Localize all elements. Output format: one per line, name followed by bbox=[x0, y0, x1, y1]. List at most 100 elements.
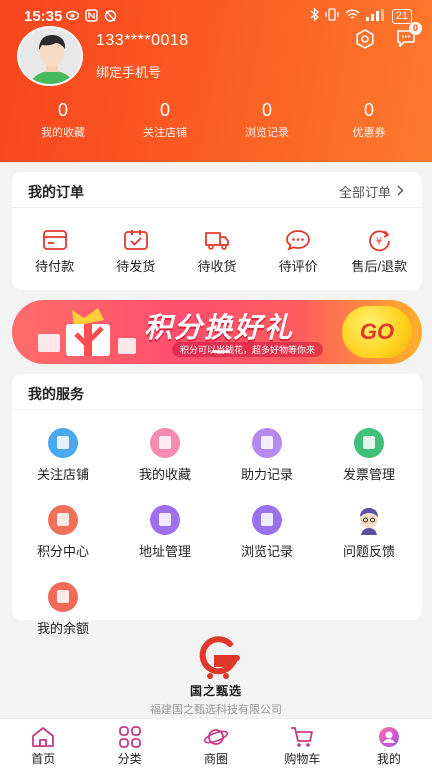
service-label: 关注店铺 bbox=[36, 467, 89, 482]
eye-icon bbox=[65, 9, 80, 22]
svg-text:¥: ¥ bbox=[376, 237, 382, 248]
service-invoice-management[interactable]: 发票管理 bbox=[318, 428, 420, 483]
gift-box-icon bbox=[32, 304, 142, 362]
order-pending-receipt[interactable]: 待收货 bbox=[179, 228, 255, 275]
tab-label: 我的 bbox=[376, 752, 401, 766]
profile-icon bbox=[376, 725, 402, 749]
status-system-icons: 21 bbox=[310, 7, 412, 24]
orders-title: 我的订单 bbox=[28, 184, 84, 200]
username: 133****0018 bbox=[96, 32, 189, 49]
bluetooth-icon bbox=[310, 7, 319, 24]
banner-pager-indicator bbox=[212, 350, 230, 353]
stat-coupons[interactable]: 0 优惠券 bbox=[318, 100, 420, 140]
avatar[interactable] bbox=[17, 26, 83, 86]
stat-label: 浏览记录 bbox=[245, 127, 289, 139]
bind-phone-link[interactable]: 绑定手机号 bbox=[96, 62, 161, 81]
tab-business-circle[interactable]: 商圈 bbox=[173, 719, 259, 768]
order-pending-review[interactable]: 待评价 bbox=[260, 228, 336, 275]
comment-icon bbox=[284, 228, 312, 252]
orders-header: 我的订单 全部订单 bbox=[12, 172, 422, 208]
tab-category[interactable]: 分类 bbox=[86, 719, 172, 768]
refund-icon: ¥ bbox=[365, 228, 393, 252]
order-label: 待付款 bbox=[35, 259, 75, 274]
service-favorites[interactable]: 我的收藏 bbox=[114, 428, 216, 483]
tab-profile[interactable]: 我的 bbox=[346, 719, 432, 768]
favorite-icon bbox=[150, 428, 180, 458]
order-label: 待评价 bbox=[278, 259, 318, 274]
stat-value: 0 bbox=[363, 100, 374, 120]
service-label: 地址管理 bbox=[138, 544, 191, 559]
all-orders-link[interactable]: 全部订单 bbox=[339, 182, 404, 201]
service-label: 问题反馈 bbox=[342, 544, 395, 559]
chevron-right-icon bbox=[397, 184, 404, 199]
order-after-sales[interactable]: ¥ 售后/退款 bbox=[341, 228, 417, 275]
order-pending-shipment[interactable]: 待发货 bbox=[98, 228, 174, 275]
tab-home[interactable]: 首页 bbox=[0, 719, 86, 768]
vibrate-icon bbox=[325, 8, 339, 24]
banner-subtitle: 积分可以当钱花，超多好物等你来 bbox=[172, 342, 324, 357]
stat-label: 优惠券 bbox=[352, 127, 386, 139]
orders-card: 我的订单 全部订单 待付款 待发货 待收货 待评价 ¥ 售后/退款 bbox=[12, 172, 422, 290]
address-icon bbox=[150, 505, 180, 535]
category-icon bbox=[117, 725, 143, 749]
service-label: 我的余额 bbox=[36, 621, 89, 636]
stat-browse-history[interactable]: 0 浏览记录 bbox=[216, 100, 318, 140]
service-label: 发票管理 bbox=[342, 467, 395, 482]
stat-label: 我的收藏 bbox=[41, 127, 85, 139]
service-address-management[interactable]: 地址管理 bbox=[114, 505, 216, 560]
service-points-center[interactable]: 积分中心 bbox=[12, 505, 114, 560]
service-feedback[interactable]: 问题反馈 bbox=[318, 505, 420, 560]
stat-label: 关注店铺 bbox=[143, 127, 187, 139]
points-icon bbox=[48, 505, 78, 535]
banner-title: 积分换好礼 bbox=[144, 312, 295, 343]
tab-label: 首页 bbox=[31, 752, 56, 766]
services-grid: 关注店铺 我的收藏 助力记录 发票管理 积分中心 地址管理 浏览记录 问题反馈 … bbox=[12, 428, 422, 637]
invoice-icon bbox=[354, 428, 384, 458]
wallet-icon bbox=[41, 228, 69, 252]
store-icon bbox=[48, 428, 78, 458]
gear-icon bbox=[354, 29, 376, 54]
service-balance[interactable]: 我的余额 bbox=[12, 582, 114, 637]
order-label: 待收货 bbox=[197, 259, 237, 274]
services-title: 我的服务 bbox=[28, 386, 84, 402]
chat-icon bbox=[395, 30, 417, 53]
home-icon bbox=[30, 725, 56, 749]
stats-row: 0 我的收藏 0 关注店铺 0 浏览记录 0 优惠券 bbox=[0, 100, 432, 140]
alarm-off-icon bbox=[104, 9, 117, 22]
brand-company: 福建国之甄选科技有限公司 bbox=[150, 704, 282, 716]
service-label: 助力记录 bbox=[240, 467, 293, 482]
stat-value: 0 bbox=[159, 100, 170, 120]
service-label: 积分中心 bbox=[36, 544, 89, 559]
tab-label: 分类 bbox=[117, 752, 142, 766]
package-icon bbox=[122, 228, 150, 252]
bottom-tab-bar: 首页 分类 商圈 购物车 我的 bbox=[0, 718, 432, 768]
message-button[interactable]: 0 bbox=[395, 22, 422, 49]
service-label: 我的收藏 bbox=[138, 467, 191, 482]
tab-label: 商圈 bbox=[204, 752, 229, 766]
tab-label: 购物车 bbox=[284, 752, 321, 766]
order-status-row: 待付款 待发货 待收货 待评价 ¥ 售后/退款 bbox=[12, 228, 422, 275]
services-card: 我的服务 关注店铺 我的收藏 助力记录 发票管理 积分中心 地址管理 浏览记录 … bbox=[12, 374, 422, 636]
nfc-icon bbox=[85, 9, 98, 22]
wifi-icon bbox=[345, 9, 360, 24]
feedback-icon bbox=[354, 505, 384, 535]
status-notification-icons bbox=[65, 9, 117, 22]
brand-footer: 国之甄选 福建国之甄选科技有限公司 bbox=[0, 636, 432, 717]
profile-header: 15:35 21 133****0018 绑定手机号 0 0 我的收藏 0 关注… bbox=[0, 0, 432, 162]
banner-go-button[interactable]: GO bbox=[342, 306, 412, 358]
settings-button[interactable] bbox=[354, 28, 376, 50]
brand-logo-icon bbox=[186, 636, 246, 680]
status-time: 15:35 bbox=[24, 8, 63, 25]
points-promo-banner[interactable]: 积分换好礼 积分可以当钱花，超多好物等你来 GO bbox=[12, 300, 422, 364]
tab-cart[interactable]: 购物车 bbox=[259, 719, 345, 768]
stat-followed-stores[interactable]: 0 关注店铺 bbox=[114, 100, 216, 140]
cart-icon bbox=[289, 725, 315, 749]
truck-icon bbox=[203, 228, 231, 252]
signal-icon bbox=[365, 8, 386, 24]
service-followed-stores[interactable]: 关注店铺 bbox=[12, 428, 114, 483]
service-browse-history[interactable]: 浏览记录 bbox=[216, 505, 318, 560]
service-assist-records[interactable]: 助力记录 bbox=[216, 428, 318, 483]
stat-favorites[interactable]: 0 我的收藏 bbox=[12, 100, 114, 140]
order-pending-payment[interactable]: 待付款 bbox=[17, 228, 93, 275]
services-header: 我的服务 bbox=[12, 374, 422, 410]
